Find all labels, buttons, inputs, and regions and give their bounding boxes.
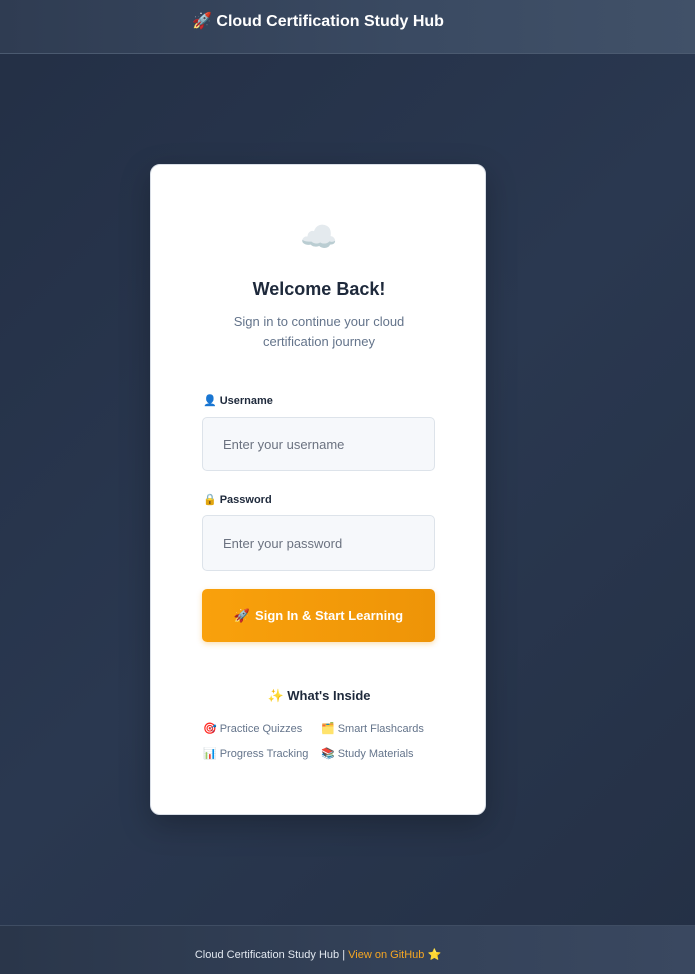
feature-item-progress-tracking: 📊 Progress Tracking xyxy=(203,747,308,760)
feature-label: Smart Flashcards xyxy=(337,723,424,735)
username-label: 👤 Username xyxy=(203,394,273,407)
sign-in-button-label: Sign In & Start Learning xyxy=(255,608,404,623)
feature-item-smart-flashcards: 🗂️ Smart Flashcards xyxy=(321,722,424,735)
feature-item-study-materials: 📚 Study Materials xyxy=(321,747,414,760)
page: 🚀 Cloud Certification Study Hub ☁️ Welco… xyxy=(0,0,695,974)
username-input[interactable] xyxy=(202,417,435,471)
books-icon: 📚 xyxy=(321,748,335,760)
app-title: 🚀 Cloud Certification Study Hub xyxy=(0,11,636,31)
app-header: 🚀 Cloud Certification Study Hub xyxy=(0,0,695,54)
star-icon: ⭐ xyxy=(427,949,442,961)
sparkles-icon: ✨ xyxy=(267,688,284,703)
footer-label: Cloud Certification Study Hub | xyxy=(194,949,346,961)
rocket-icon: 🚀 xyxy=(192,13,212,30)
features-title-text: What's Inside xyxy=(287,688,371,703)
app-title-text: Cloud Certification Study Hub xyxy=(216,13,444,30)
footer-text: Cloud Certification Study Hub | View on … xyxy=(0,948,636,961)
feature-item-practice-quizzes: 🎯 Practice Quizzes xyxy=(203,722,302,735)
password-label-text: Password xyxy=(219,494,272,506)
bar-chart-icon: 📊 xyxy=(203,748,217,760)
login-card: ☁️ Welcome Back! Sign in to continue you… xyxy=(150,164,486,815)
features-title: ✨ What's Inside xyxy=(151,688,487,704)
login-title: Welcome Back! xyxy=(252,279,386,299)
target-icon: 🎯 xyxy=(203,723,217,735)
sign-in-button[interactable]: 🚀 Sign In & Start Learning xyxy=(202,589,435,642)
feature-label: Practice Quizzes xyxy=(219,723,303,735)
feature-label: Progress Tracking xyxy=(219,748,309,760)
user-icon: 👤 xyxy=(203,395,217,407)
login-subtitle: Sign in to continue your cloud certifica… xyxy=(233,314,405,349)
password-label: 🔒 Password xyxy=(203,493,272,506)
lock-icon: 🔒 xyxy=(203,494,217,506)
github-link[interactable]: View on GitHub xyxy=(348,949,424,961)
rocket-icon: 🚀 xyxy=(233,607,251,623)
card-index-icon: 🗂️ xyxy=(321,723,335,735)
cloud-icon: ☁️ xyxy=(300,221,338,254)
app-footer: Cloud Certification Study Hub | View on … xyxy=(0,925,695,974)
username-label-text: Username xyxy=(219,395,273,407)
feature-label: Study Materials xyxy=(337,748,414,760)
password-input[interactable] xyxy=(202,515,435,571)
